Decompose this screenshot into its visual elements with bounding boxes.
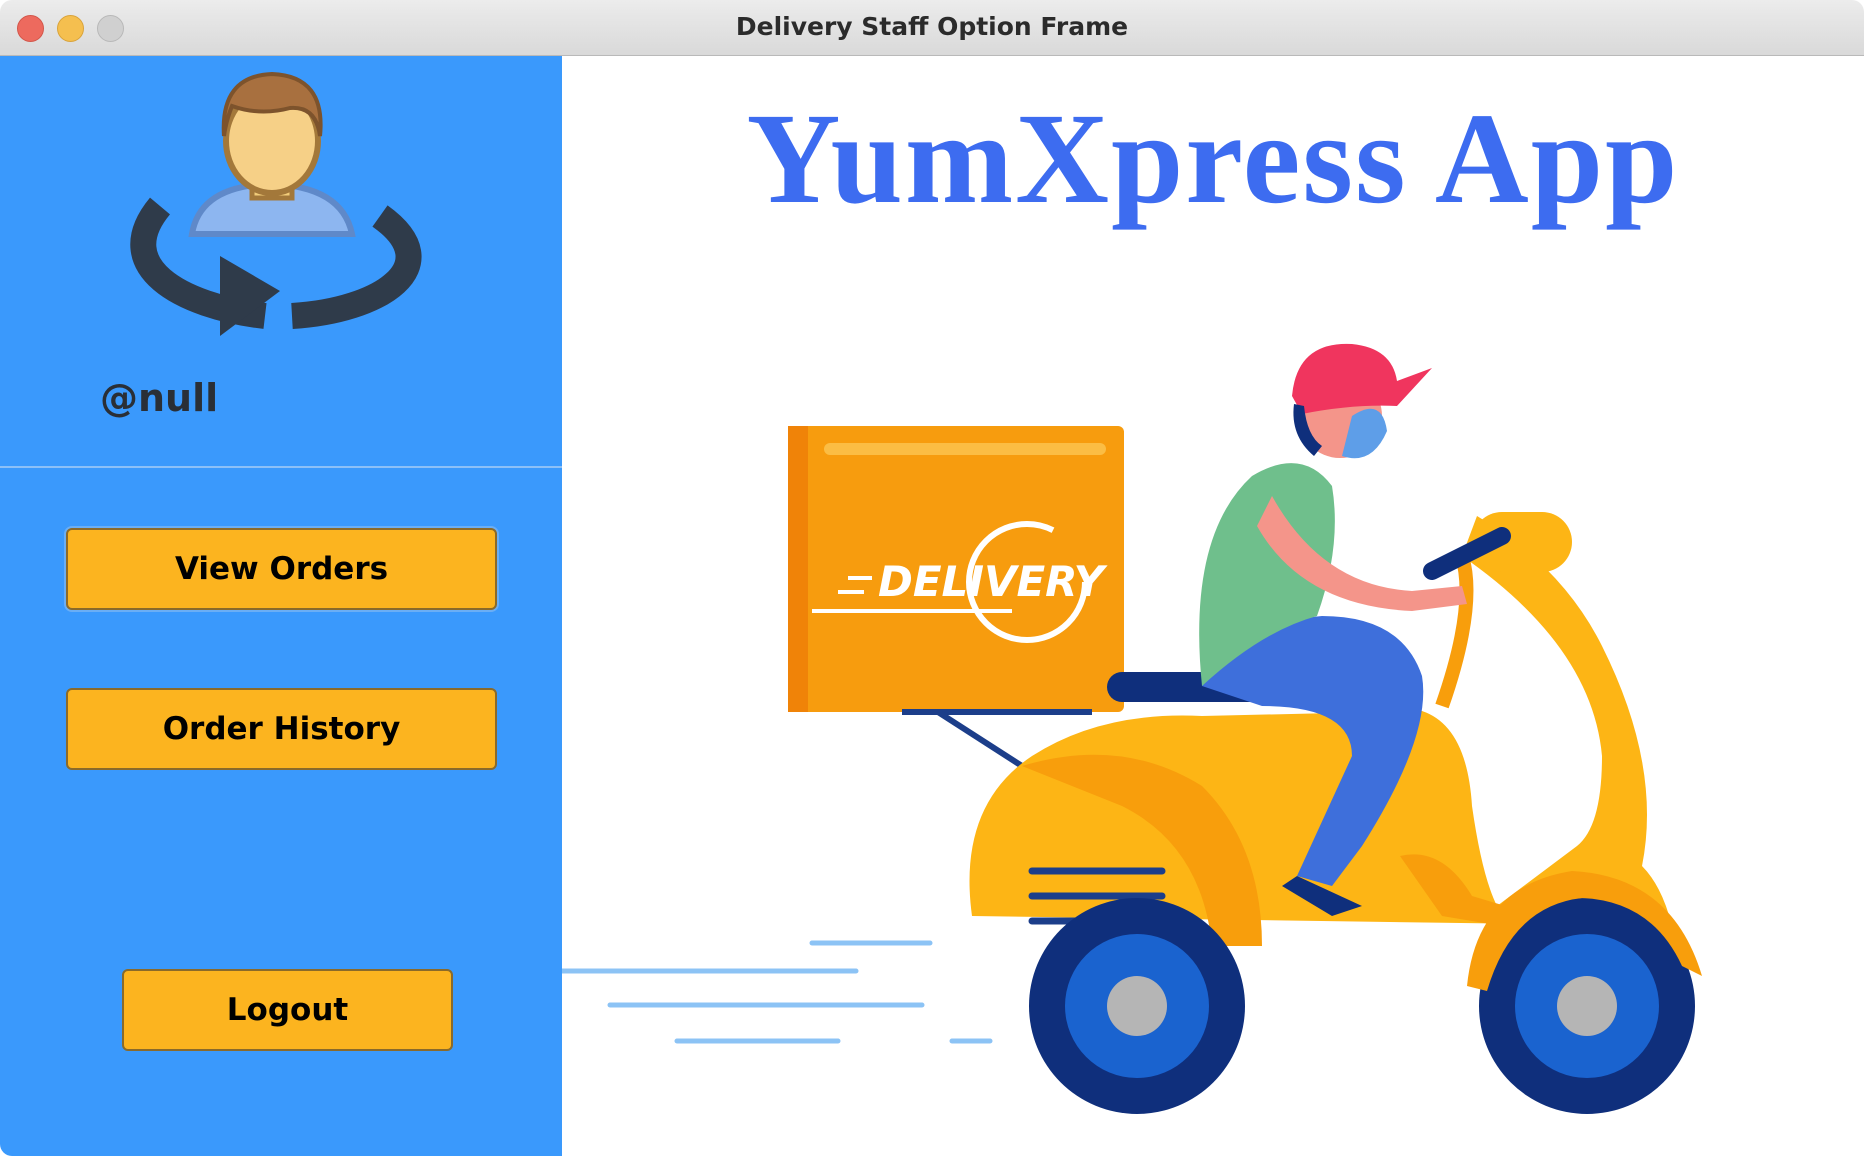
switch-user-icon bbox=[130, 71, 422, 336]
title-bar[interactable]: Delivery Staff Option Frame bbox=[0, 0, 1864, 56]
app-window: Delivery Staff Option Frame @null View O… bbox=[0, 0, 1864, 1156]
window-title: Delivery Staff Option Frame bbox=[735, 12, 1129, 41]
order-history-button[interactable]: Order History bbox=[66, 688, 497, 770]
sidebar: @null View Orders Order History Logout bbox=[0, 56, 562, 1156]
delivery-box-label: DELIVERY bbox=[878, 557, 1108, 606]
main-panel: YumXpress App DELIVERY bbox=[562, 56, 1864, 1156]
view-orders-button[interactable]: View Orders bbox=[66, 528, 497, 610]
username-label: @null bbox=[100, 376, 219, 420]
app-title: YumXpress App bbox=[746, 87, 1680, 231]
sidebar-divider bbox=[0, 466, 562, 468]
logout-button[interactable]: Logout bbox=[122, 969, 453, 1051]
delivery-scooter-illustration: DELIVERY bbox=[562, 343, 1702, 1114]
